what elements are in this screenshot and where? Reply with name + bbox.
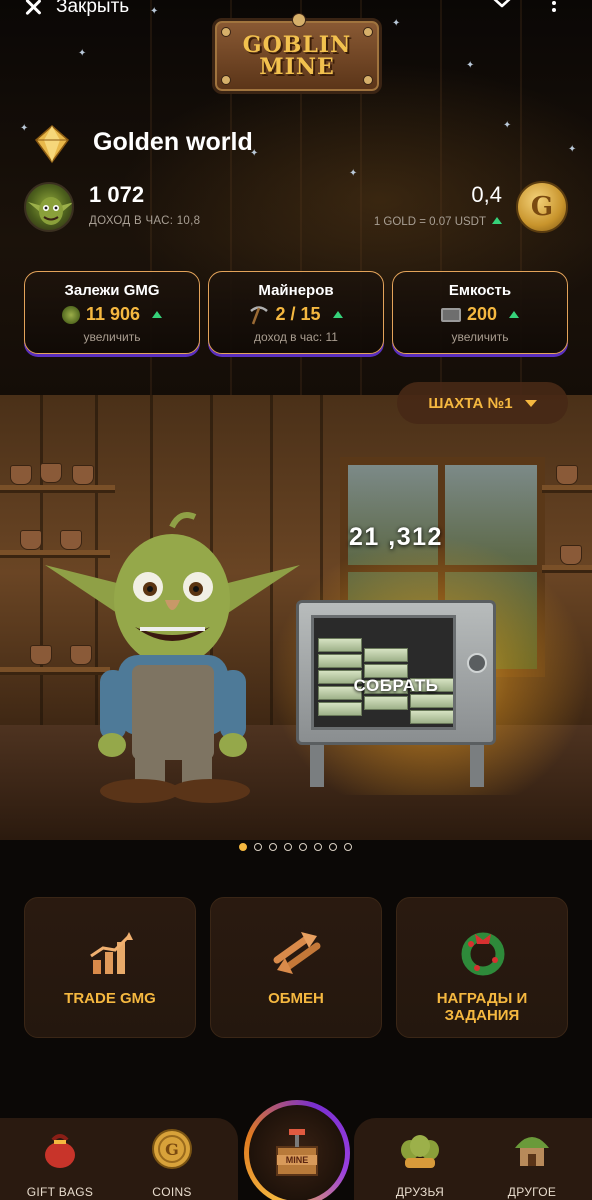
mine-scene: 21 ,312 СОБРАТЬ (0, 395, 592, 840)
tile-label: TRADE GMG (64, 990, 156, 1007)
wreath-icon (461, 932, 505, 976)
card-title: Майнеров (258, 282, 334, 299)
nav-label: ДРУГОЕ (507, 1185, 557, 1199)
carousel-dot[interactable] (239, 843, 247, 851)
card-gmg-deposits[interactable]: Залежи GMG 11 906 увеличить (24, 271, 200, 354)
svg-text:G: G (165, 1140, 179, 1159)
income-label: ДОХОД В ЧАС: (89, 215, 174, 227)
mined-counter: 21 ,312 (349, 523, 443, 551)
card-value: 2 / 15 (209, 304, 383, 325)
mine-crate-icon: MINE (276, 1129, 318, 1176)
close-button[interactable]: Закрыть (22, 0, 129, 18)
logo-line-1: GOBLIN (242, 32, 352, 58)
carousel-dot[interactable] (299, 843, 307, 851)
card-value: 200 (393, 304, 567, 325)
gold-rate: 1 GOLD = 0.07 USDT (374, 216, 502, 228)
exchange-arrows-icon (273, 932, 321, 974)
up-arrow-icon (509, 311, 520, 318)
gold-balance: 0,4 (471, 182, 502, 207)
caret-down-icon (524, 399, 537, 407)
coin-icon: G (152, 1129, 192, 1169)
chart-up-icon (90, 932, 133, 974)
goblin-coin-icon (61, 305, 80, 324)
more-menu-button[interactable] (548, 0, 560, 16)
close-label: Закрыть (56, 0, 130, 17)
card-value: 11 906 (25, 304, 199, 325)
mine-center-button[interactable]: MINE (244, 1100, 350, 1200)
carousel-dot[interactable] (284, 843, 292, 851)
gold-rate-text: 1 GOLD = 0.07 USDT (373, 216, 486, 228)
nav-other[interactable]: ДРУГОЕ (492, 1128, 572, 1199)
pickaxe-icon (250, 305, 269, 324)
mine-selector-label: ШАХТА №1 (428, 394, 513, 412)
close-icon (22, 0, 44, 18)
up-arrow-icon (152, 311, 163, 318)
mine-center-inner: MINE (249, 1105, 345, 1200)
exchange-tile[interactable]: ОБМЕН (210, 897, 382, 1038)
card-capacity[interactable]: Емкость 200 увеличить (392, 271, 568, 354)
card-subtitle: увеличить (451, 330, 509, 344)
star-icon: ✦ (503, 120, 512, 131)
carousel-dot[interactable] (344, 843, 352, 851)
trade-gmg-tile[interactable]: TRADE GMG (24, 897, 196, 1038)
income-per-hour: ДОХОД В ЧАС: 10,8 (89, 215, 200, 227)
world-name[interactable]: Golden world (93, 128, 253, 157)
goblin-mine-logo: GOBLIN MINE (212, 13, 382, 94)
chevron-down-icon (493, 0, 511, 8)
up-arrow-icon (332, 311, 343, 318)
star-icon: ✦ (392, 18, 401, 29)
nav-label: COINS (152, 1185, 192, 1199)
nav-label: ДРУЗЬЯ (395, 1185, 445, 1199)
star-icon: ✦ (78, 48, 87, 59)
carousel-dot[interactable] (314, 843, 322, 851)
goblins-group-icon (401, 1135, 439, 1168)
star-icon: ✦ (349, 168, 358, 179)
coin-letter: G (530, 192, 554, 222)
rewards-tasks-tile[interactable]: НАГРАДЫ И ЗАДАНИЯ (396, 897, 568, 1038)
gem-icon (34, 125, 70, 164)
nav-label: GIFT BAGS (26, 1185, 94, 1199)
card-value-text: 200 (466, 304, 498, 324)
hut-icon (515, 1137, 549, 1166)
carousel-dot[interactable] (254, 843, 262, 851)
nav-gift-bags[interactable]: GIFT BAGS (20, 1128, 100, 1199)
player-score: 1 072 (89, 182, 145, 207)
safe-dial-icon (467, 653, 487, 673)
mine-crate-label: MINE (286, 1155, 309, 1165)
carousel-dot[interactable] (269, 843, 277, 851)
star-icon: ✦ (568, 144, 577, 155)
carousel-pagination (239, 843, 352, 851)
card-subtitle: увеличить (83, 330, 141, 344)
tile-label: ОБМЕН (268, 990, 324, 1007)
card-subtitle: доход в час: 11 (254, 330, 338, 344)
carousel-dot[interactable] (329, 843, 337, 851)
collapse-button[interactable] (488, 0, 516, 12)
more-dot-icon (552, 1, 556, 5)
card-value-text: 11 906 (85, 304, 141, 324)
mine-selector[interactable]: ШАХТА №1 (397, 382, 568, 424)
income-value: 10,8 (176, 215, 201, 227)
nav-coins[interactable]: G COINS (132, 1128, 212, 1199)
nav-friends[interactable]: ДРУЗЬЯ (380, 1128, 460, 1199)
card-title: Емкость (448, 282, 512, 299)
collect-button[interactable]: СОБРАТЬ (296, 676, 496, 696)
safe-box-icon (440, 307, 461, 322)
star-icon: ✦ (20, 123, 29, 134)
avatar[interactable] (24, 182, 74, 232)
gift-bag-icon (45, 1134, 75, 1168)
tile-label: НАГРАДЫ И ЗАДАНИЯ (436, 990, 528, 1024)
logo-line-2: MINE (259, 54, 335, 80)
card-miners[interactable]: Майнеров 2 / 15 доход в час: 11 (208, 271, 384, 354)
gold-coin-icon[interactable]: G (516, 181, 568, 233)
up-arrow-icon (492, 217, 502, 224)
card-title: Залежи GMG (64, 282, 160, 299)
money-safe[interactable] (296, 600, 496, 745)
card-value-text: 2 / 15 (275, 304, 321, 324)
goblin-character (45, 512, 300, 803)
more-dot-icon (552, 8, 556, 12)
star-icon: ✦ (466, 60, 475, 71)
